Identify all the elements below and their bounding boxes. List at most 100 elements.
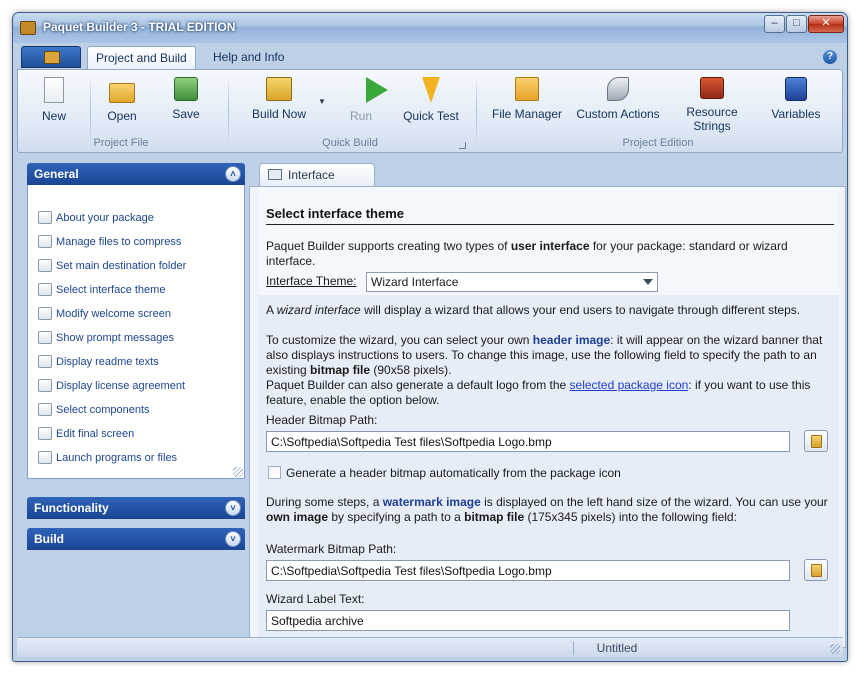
group-project-edition: File Manager Custom Actions Resource Str… — [478, 70, 838, 152]
tab-help-and-info[interactable]: Help and Info — [205, 46, 292, 70]
interface-theme-label: Interface Theme: — [266, 274, 357, 288]
quick-test-button[interactable]: Quick Test — [396, 73, 466, 131]
app-window: Paquet Builder 3 - TRIAL EDITION – □ ✕ P… — [12, 12, 848, 662]
content-panel: Select interface theme Paquet Builder su… — [249, 186, 846, 649]
app-icon[interactable] — [20, 21, 36, 35]
nav-modify-welcome[interactable]: Modify welcome screen — [38, 305, 171, 323]
group-label-quick-build: Quick Build — [322, 137, 378, 149]
resource-strings-button[interactable]: Resource Strings — [666, 73, 758, 133]
quick-build-dialog-launcher[interactable] — [459, 142, 466, 149]
nav-select-components[interactable]: Select components — [38, 401, 150, 419]
nav-display-readme[interactable]: Display readme texts — [38, 353, 159, 371]
intro-text: Paquet Builder supports creating two typ… — [266, 239, 788, 268]
close-button[interactable]: ✕ — [808, 15, 844, 33]
nav-select-interface-theme[interactable]: Select interface theme — [38, 281, 165, 299]
open-button[interactable]: Open — [96, 73, 148, 131]
open-folder-icon — [109, 83, 135, 103]
new-document-icon — [44, 77, 64, 103]
customize-description: To customize the wizard, you can select … — [266, 333, 823, 407]
expand-chevron-icon[interactable]: ˅ — [225, 531, 241, 547]
new-button[interactable]: New — [28, 73, 80, 131]
group-quick-build: Build Now ▼ Run Quick Test Quick Build — [230, 70, 470, 152]
generate-header-checkbox[interactable] — [268, 466, 281, 479]
nav-display-license[interactable]: Display license agreement — [38, 377, 185, 395]
package-icon — [44, 51, 60, 64]
status-bar: Untitled — [17, 637, 843, 657]
ribbon: New Open Save Project File Build Now ▼ R… — [17, 69, 843, 153]
ribbon-tab-row: Project and Build Help and Info ? — [17, 46, 843, 70]
selected-package-icon-link[interactable]: selected package icon — [570, 378, 689, 392]
window-title: Paquet Builder 3 - TRIAL EDITION — [43, 20, 236, 34]
general-panel-body: About your package Manage files to compr… — [27, 185, 245, 479]
components-icon — [38, 403, 52, 416]
minimize-button[interactable]: – — [764, 15, 785, 33]
run-play-icon — [366, 77, 388, 103]
watermark-description: During some steps, a watermark image is … — [266, 495, 828, 524]
header-bitmap-path-input[interactable] — [266, 431, 790, 452]
panel-header-functionality[interactable]: Functionality ˅ — [27, 497, 245, 519]
file-manager-icon — [515, 77, 539, 101]
pencil-icon — [38, 427, 52, 440]
group-project-file: New Open Save Project File — [18, 70, 224, 152]
group-label-project-file: Project File — [93, 137, 149, 149]
file-manager-button[interactable]: File Manager — [484, 73, 570, 131]
panel-header-general[interactable]: General ˄ — [27, 163, 245, 185]
custom-actions-icon — [607, 77, 629, 101]
panel-header-build[interactable]: Build ˅ — [27, 528, 245, 550]
folder-icon — [811, 435, 822, 448]
window-resize-grip[interactable] — [830, 644, 840, 654]
window-icon — [268, 169, 282, 180]
title-divider — [266, 224, 834, 225]
build-now-dropdown-arrow[interactable]: ▼ — [318, 97, 326, 106]
title-bar[interactable]: Paquet Builder 3 - TRIAL EDITION – □ ✕ — [13, 13, 847, 43]
resource-strings-icon — [700, 77, 724, 99]
package-info-icon — [38, 211, 52, 224]
content-tabstrip: Interface Theme — [249, 163, 846, 204]
save-button[interactable]: Save — [160, 73, 212, 131]
nav-about-your-package[interactable]: About your package — [38, 209, 154, 227]
nav-launch-programs[interactable]: Launch programs or files — [38, 449, 177, 467]
expand-chevron-icon[interactable]: ˅ — [225, 500, 241, 516]
welcome-screen-icon — [38, 307, 52, 320]
help-icon[interactable]: ? — [823, 50, 837, 64]
tab-project-and-build[interactable]: Project and Build — [87, 46, 196, 70]
speech-bubble-icon — [38, 331, 52, 344]
browse-watermark-button[interactable] — [804, 559, 828, 581]
folder-icon — [38, 259, 52, 272]
generate-header-label: Generate a header bitmap automatically f… — [286, 466, 621, 480]
page-title: Select interface theme — [266, 206, 405, 221]
folder-icon — [811, 564, 822, 577]
collapse-chevron-icon[interactable]: ˄ — [225, 166, 241, 182]
group-label-project-edition: Project Edition — [622, 137, 694, 149]
watermark-bitmap-path-input[interactable] — [266, 560, 790, 581]
variables-button[interactable]: Variables — [766, 73, 826, 131]
build-now-button[interactable]: Build Now — [236, 73, 322, 131]
wizard-label-text-input[interactable] — [266, 610, 790, 631]
chevron-down-icon — [643, 279, 653, 285]
nav-set-destination[interactable]: Set main destination folder — [38, 257, 186, 275]
run-button[interactable]: Run — [336, 73, 388, 131]
build-icon — [266, 77, 292, 101]
content-inner: Select interface theme Paquet Builder su… — [258, 187, 839, 649]
maximize-button[interactable]: □ — [786, 15, 807, 33]
save-icon — [174, 77, 198, 101]
window-theme-icon — [38, 283, 52, 296]
nav-edit-final-screen[interactable]: Edit final screen — [38, 425, 134, 443]
wizard-label-text-label: Wizard Label Text: — [266, 592, 365, 606]
files-icon — [38, 235, 52, 248]
watermark-bitmap-label: Watermark Bitmap Path: — [266, 542, 397, 556]
launch-icon — [38, 451, 52, 464]
custom-actions-button[interactable]: Custom Actions — [572, 73, 664, 131]
license-icon — [38, 379, 52, 392]
navigation-pane: General ˄ About your package Manage file… — [27, 163, 245, 637]
panel-resize-grip[interactable] — [233, 467, 243, 477]
browse-header-button[interactable] — [804, 430, 828, 452]
nav-manage-files[interactable]: Manage files to compress — [38, 233, 181, 251]
lightning-icon — [422, 77, 440, 103]
tab-interface-theme[interactable]: Interface Theme — [259, 163, 375, 204]
interface-theme-select[interactable]: Wizard Interface — [366, 272, 658, 292]
application-menu-button[interactable] — [21, 46, 81, 68]
variables-icon — [785, 77, 807, 101]
nav-show-prompt[interactable]: Show prompt messages — [38, 329, 174, 347]
wizard-description: A wizard interface will display a wizard… — [266, 303, 801, 317]
